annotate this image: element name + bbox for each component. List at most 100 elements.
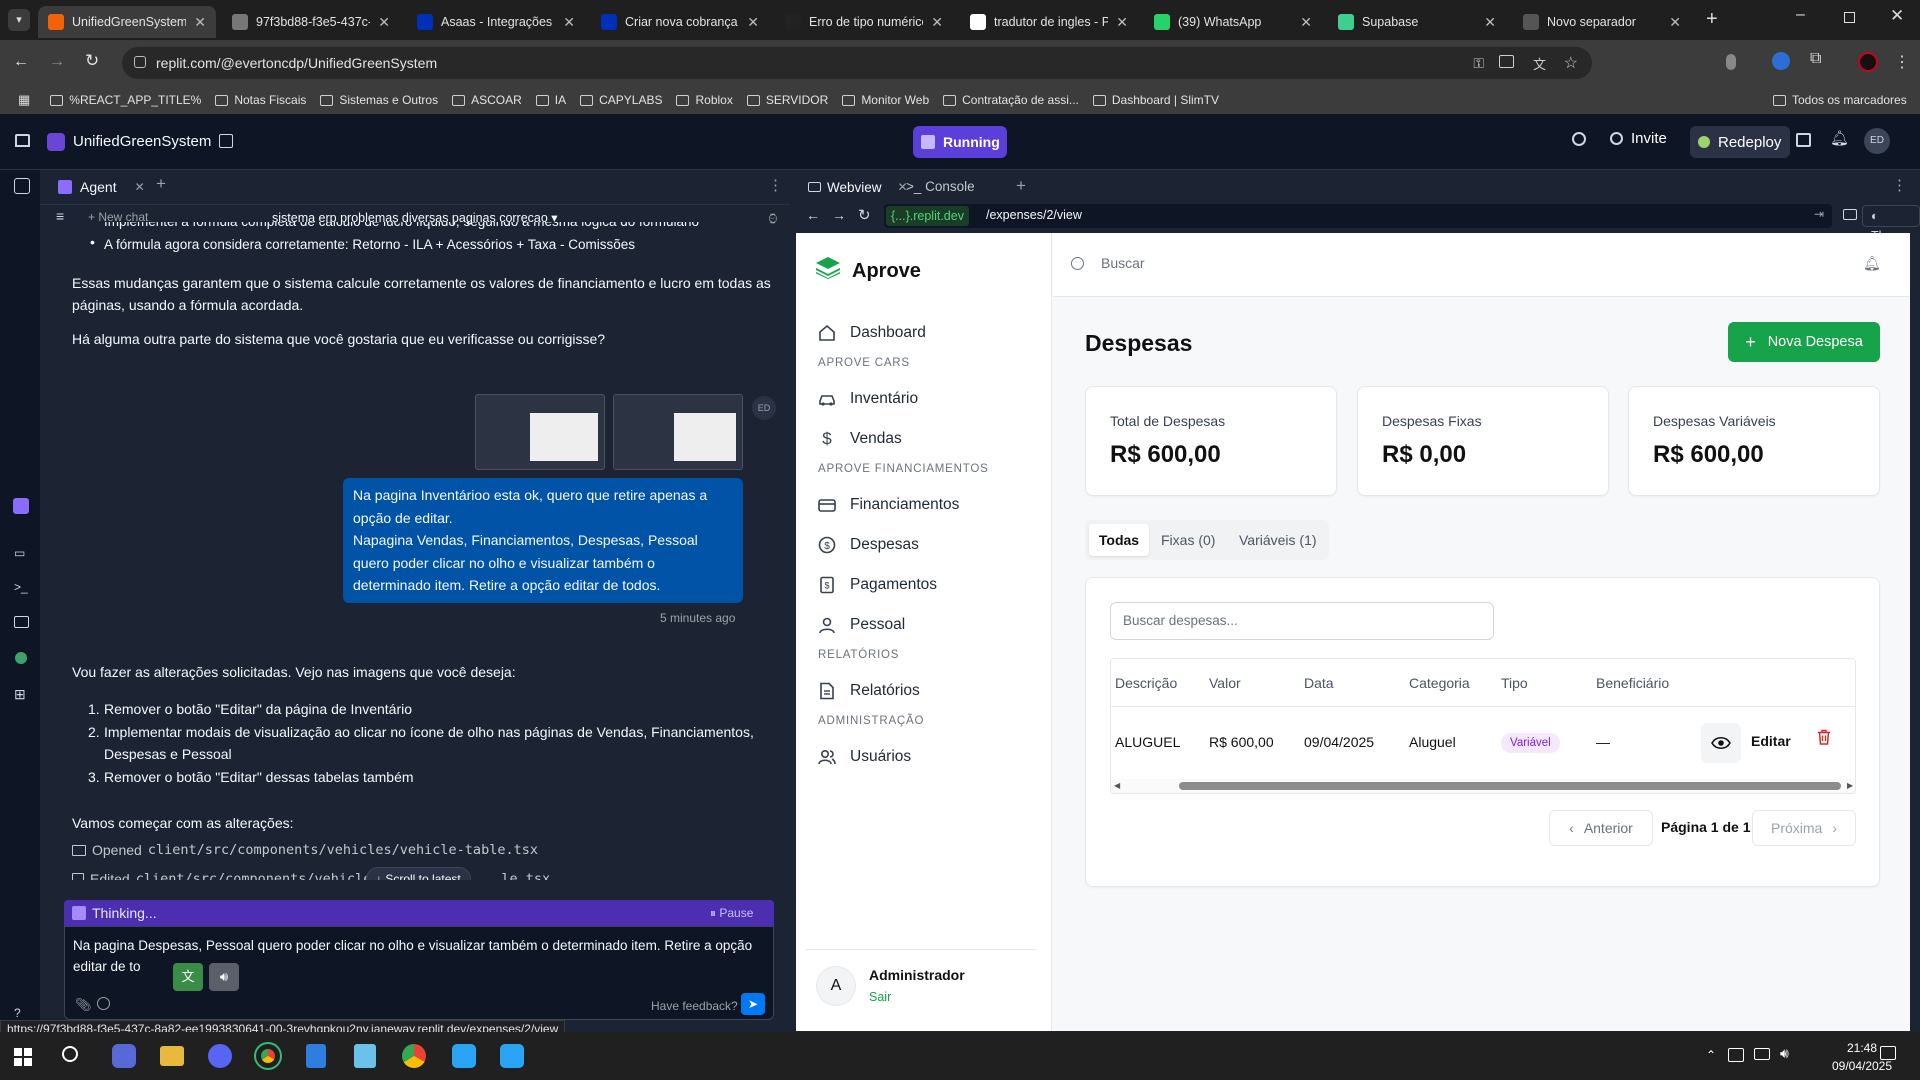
bookmark-item[interactable]: Dashboard | SlimTV bbox=[1092, 93, 1219, 107]
send-button[interactable]: ➤ bbox=[741, 993, 765, 1015]
browser-tab[interactable]: Asaas - Integrações ✕ bbox=[407, 6, 585, 38]
panel-menu-icon[interactable]: ⋮ bbox=[1892, 176, 1907, 194]
address-bar[interactable]: replit.com/@evertoncdp/UnifiedGreenSyste… bbox=[122, 47, 1592, 79]
agent-tab[interactable]: Agent ✕ bbox=[50, 174, 153, 200]
app-icon[interactable] bbox=[452, 1044, 476, 1068]
filter-tab-variaveis[interactable]: Variáveis (1) bbox=[1239, 524, 1317, 556]
bookmark-item[interactable]: SERVIDOR bbox=[746, 93, 828, 107]
sidebar-item-usuarios[interactable]: Usuários bbox=[796, 737, 1051, 777]
back-icon[interactable]: ← bbox=[13, 53, 29, 71]
webview-forward-icon[interactable]: → bbox=[832, 207, 846, 223]
install-app-icon[interactable] bbox=[1499, 55, 1514, 68]
agent-rail-icon[interactable] bbox=[13, 498, 29, 514]
browser-tab[interactable]: Erro de tipo numérico ✕ bbox=[775, 6, 953, 38]
chrome-profile-icon[interactable] bbox=[402, 1044, 426, 1068]
app-bell-icon[interactable]: 🔔︎ bbox=[1863, 255, 1881, 272]
invite-button[interactable]: Invite bbox=[1610, 130, 1667, 147]
sidebar-item-vendas[interactable]: $ Vendas bbox=[796, 419, 1051, 459]
all-bookmarks[interactable]: Todos os marcadores bbox=[1773, 93, 1907, 107]
delete-trash-icon[interactable] bbox=[1817, 729, 1831, 745]
close-tab-icon[interactable]: ✕ bbox=[378, 14, 390, 31]
search-icon[interactable] bbox=[1572, 132, 1586, 146]
new-expense-button[interactable]: + Nova Despesa bbox=[1728, 322, 1880, 362]
table-row[interactable]: ALUGUEL R$ 600,00 09/04/2025 Aluguel Var… bbox=[1111, 707, 1855, 779]
chrome-menu-icon[interactable]: ⋮ bbox=[1894, 52, 1910, 72]
sidebar-item-inventario[interactable]: Inventário bbox=[796, 379, 1051, 419]
sidebar-item-relatorios[interactable]: Relatórios bbox=[796, 671, 1051, 711]
bookmark-item[interactable]: Sistemas e Outros bbox=[320, 93, 438, 107]
webview-tab[interactable]: Webview ✕ bbox=[802, 174, 914, 200]
browser-tab[interactable]: (39) WhatsApp ✕ bbox=[1144, 6, 1322, 38]
bookmark-star-icon[interactable]: ☆ bbox=[1564, 53, 1578, 73]
shell-icon[interactable]: ▭ bbox=[14, 546, 25, 560]
agent-input-box[interactable]: Na pagina Despesas, Pessoal quero poder … bbox=[64, 926, 774, 1020]
table-search-input[interactable]: Buscar despesas... bbox=[1110, 602, 1494, 640]
notification-center-icon[interactable] bbox=[1880, 1046, 1896, 1060]
close-tab-icon[interactable]: ✕ bbox=[135, 180, 145, 194]
password-key-icon[interactable]: ⚿ bbox=[1473, 55, 1484, 72]
tray-app-icon[interactable] bbox=[1728, 1048, 1744, 1062]
console-icon[interactable]: >_ bbox=[14, 580, 28, 594]
all-tools-icon[interactable]: ⊞ bbox=[14, 686, 26, 703]
webview-back-icon[interactable]: ← bbox=[806, 207, 820, 223]
deploy-rail-icon[interactable] bbox=[15, 652, 27, 664]
add-tab-icon[interactable]: + bbox=[156, 174, 166, 194]
add-tab-icon[interactable]: + bbox=[1016, 176, 1026, 196]
scroll-left-arrow[interactable]: ◀ bbox=[1114, 781, 1120, 790]
new-tab-icon[interactable]: + bbox=[1706, 8, 1718, 31]
bookmark-item[interactable]: Notas Fiscais bbox=[215, 93, 306, 107]
chrome-taskbar-icon[interactable] bbox=[254, 1042, 282, 1070]
devices-icon[interactable] bbox=[1843, 209, 1857, 220]
help-icon[interactable]: ? bbox=[14, 1006, 21, 1020]
bookmark-item[interactable]: Roblox bbox=[676, 93, 733, 107]
extensions-puzzle-icon[interactable]: ⧉ bbox=[1810, 50, 1821, 68]
edit-button[interactable]: Editar bbox=[1751, 733, 1791, 749]
close-tab-icon[interactable]: ✕ bbox=[1300, 14, 1312, 31]
browser-tab[interactable]: tradutor de ingles - P ✕ bbox=[960, 6, 1138, 38]
extension-blue-icon[interactable] bbox=[1772, 52, 1790, 70]
clock-date[interactable]: 09/04/2025 bbox=[1828, 1059, 1896, 1073]
close-tab-icon[interactable]: ✕ bbox=[1669, 14, 1681, 31]
notepad-icon[interactable] bbox=[354, 1044, 376, 1068]
close-tab-icon[interactable]: ✕ bbox=[1116, 14, 1128, 31]
browser-tab[interactable]: Criar nova cobrança ✕ bbox=[591, 6, 769, 38]
sidebar-item-pagamentos[interactable]: $ Pagamentos bbox=[796, 565, 1051, 605]
discord-icon[interactable] bbox=[208, 1044, 232, 1068]
mention-icon[interactable] bbox=[97, 997, 110, 1010]
attached-screenshot[interactable] bbox=[475, 394, 605, 470]
restore-icon[interactable] bbox=[1844, 12, 1855, 23]
app-icon[interactable] bbox=[500, 1044, 524, 1068]
browser-tab[interactable]: UnifiedGreenSystem ✕ bbox=[38, 6, 216, 38]
webview-reload-icon[interactable]: ↻ bbox=[858, 206, 871, 224]
horizontal-scrollbar[interactable]: ◀ ▶ bbox=[1111, 779, 1855, 793]
chat-scroll[interactable]: Implementei a fórmula completa de cálcul… bbox=[40, 222, 790, 880]
sidebar-item-dashboard[interactable]: Dashboard bbox=[796, 313, 1051, 353]
scroll-right-arrow[interactable]: ▶ bbox=[1847, 781, 1853, 790]
close-tab-icon[interactable]: ✕ bbox=[563, 14, 575, 31]
copilot-icon[interactable] bbox=[112, 1044, 136, 1068]
extension-mouse-icon[interactable] bbox=[1726, 54, 1736, 70]
user-avatar[interactable]: ED bbox=[1864, 128, 1890, 154]
scrollbar-thumb[interactable] bbox=[1179, 782, 1841, 790]
taskbar-search-icon[interactable] bbox=[62, 1046, 78, 1062]
site-info-icon[interactable] bbox=[134, 56, 146, 68]
logout-link[interactable]: Sair bbox=[869, 990, 891, 1004]
pause-button[interactable]: ⏸ Pause bbox=[710, 906, 753, 921]
browser-tab[interactable]: Novo separador ✕ bbox=[1513, 6, 1691, 38]
network-icon[interactable] bbox=[1754, 1048, 1770, 1060]
panel-menu-icon[interactable]: ⋮ bbox=[768, 176, 783, 194]
bookmark-item[interactable]: %REACT_APP_TITLE% bbox=[50, 93, 201, 107]
close-tab-icon[interactable]: ✕ bbox=[747, 14, 759, 31]
app-search-input[interactable]: Buscar bbox=[1101, 255, 1701, 271]
scroll-to-latest-button[interactable]: ↓ Scroll to latest bbox=[366, 867, 471, 880]
filter-tab-fixas[interactable]: Fixas (0) bbox=[1161, 524, 1215, 556]
apps-grid-icon[interactable]: ▦ bbox=[18, 92, 30, 108]
feedback-link[interactable]: Have feedback? bbox=[651, 999, 738, 1013]
browser-tab[interactable]: 97f3bd88-f3e5-437c-8 ✕ bbox=[222, 6, 400, 38]
sidebar-item-despesas[interactable]: $ Despesas bbox=[796, 525, 1051, 565]
redeploy-button[interactable]: Redeploy bbox=[1690, 126, 1790, 158]
forward-icon[interactable]: → bbox=[49, 53, 65, 71]
project-settings-icon[interactable] bbox=[219, 134, 233, 148]
browser-tab[interactable]: Supabase ✕ bbox=[1328, 6, 1506, 38]
volume-icon[interactable]: 🔊︎ bbox=[1780, 1045, 1789, 1062]
